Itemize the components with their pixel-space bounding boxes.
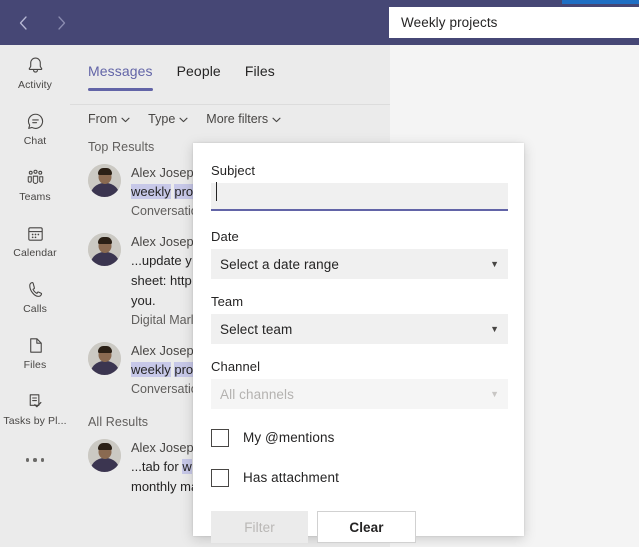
channel-value: All channels [220,386,294,402]
chevron-right-icon [55,15,68,31]
sidebar-item-activity[interactable]: Activity [0,45,70,101]
sidebar-item-label: Calls [23,303,47,315]
highlight-term: weekly [131,184,171,199]
my-mentions-row[interactable]: My @mentions [211,426,500,449]
highlight-term: pro [174,184,194,199]
back-button[interactable] [8,10,38,36]
channel-label: Channel [211,359,261,374]
tab-messages[interactable]: Messages [88,63,153,91]
sidebar-item-label: Chat [23,135,47,147]
tabs-divider [70,104,390,105]
text-cursor [216,182,217,201]
sidebar-item-calendar[interactable]: Calendar [0,213,70,269]
nav-buttons [8,10,76,36]
tab-label: Files [244,63,275,79]
team-label: Team [211,294,244,309]
sidebar-item-label: Teams [19,191,51,203]
title-accent-blue [562,0,639,4]
filter-more[interactable]: More filters [206,112,281,126]
filter-from[interactable]: From [88,112,130,126]
clear-button[interactable]: Clear [317,511,416,543]
has-attachment-checkbox[interactable] [211,468,229,487]
title-accent-strip [0,0,639,4]
teams-search-window: Weekly projects Activity Chat Teams Cale… [0,0,639,547]
date-label: Date [211,229,239,244]
snippet-pre: ...tab for [131,459,183,474]
app-rail: Activity Chat Teams Calendar Calls Files… [0,45,70,547]
sidebar-item-label: Activity [17,79,53,91]
filter-label: Type [148,112,176,126]
highlight-term: w [182,459,192,474]
filter-button[interactable]: Filter [211,511,308,543]
chevron-down-icon [272,112,281,126]
avatar [88,164,121,197]
date-range-select[interactable]: Select a date range ▼ [211,249,508,279]
sidebar-item-chat[interactable]: Chat [0,101,70,157]
chat-bubble-icon [25,111,46,132]
team-value: Select team [220,321,293,337]
calendar-icon [25,223,46,244]
search-filter-panel: Subject Date Select a date range ▼ Team … [193,143,524,543]
search-tabs: Messages People Files [70,45,390,92]
my-mentions-checkbox[interactable] [211,428,229,447]
phone-icon [25,279,46,300]
search-input-value: Weekly projects [401,15,498,30]
avatar [88,233,121,266]
has-attachment-label: Has attachment [243,470,339,485]
avatar [88,342,121,375]
my-mentions-label: My @mentions [243,430,335,445]
more-apps-button[interactable] [0,437,70,483]
tasks-checklist-icon [25,391,46,412]
sidebar-item-files[interactable]: Files [0,325,70,381]
search-input[interactable]: Weekly projects [389,7,639,38]
tab-label: People [176,63,221,79]
forward-button[interactable] [46,10,76,36]
tab-files[interactable]: Files [245,63,275,91]
chevron-down-icon: ▼ [490,388,499,399]
filter-label: More filters [206,112,269,126]
date-range-value: Select a date range [220,256,339,272]
chevron-left-icon [17,15,30,31]
sidebar-item-label: Tasks by Pl... [3,415,67,427]
highlight-term: weekly [131,362,171,377]
sidebar-item-tasks[interactable]: Tasks by Pl... [0,381,70,437]
sidebar-item-label: Calendar [13,247,57,259]
bell-icon [25,55,46,76]
channel-select: All channels ▼ [211,379,508,409]
subject-input[interactable] [211,183,508,211]
chevron-down-icon: ▼ [490,323,499,334]
document-icon [25,335,46,356]
chevron-down-icon [179,112,188,126]
chevron-down-icon: ▼ [490,258,499,269]
sidebar-item-label: Files [23,359,47,371]
highlight-term: pro [174,362,194,377]
filter-panel-actions: Filter Clear [211,511,500,543]
quick-filter-bar: From Type More filters [70,92,390,132]
teams-people-icon [24,167,47,188]
chevron-down-icon [121,112,130,126]
subject-label: Subject [211,163,256,178]
tab-label: Messages [88,63,153,79]
tab-people[interactable]: People [177,63,221,91]
team-select[interactable]: Select team ▼ [211,314,508,344]
filter-label: From [88,112,118,126]
sidebar-item-calls[interactable]: Calls [0,269,70,325]
avatar [88,439,121,472]
has-attachment-row[interactable]: Has attachment [211,466,500,489]
filter-type[interactable]: Type [148,112,188,126]
sidebar-item-teams[interactable]: Teams [0,157,70,213]
more-horizontal-icon [25,458,45,462]
